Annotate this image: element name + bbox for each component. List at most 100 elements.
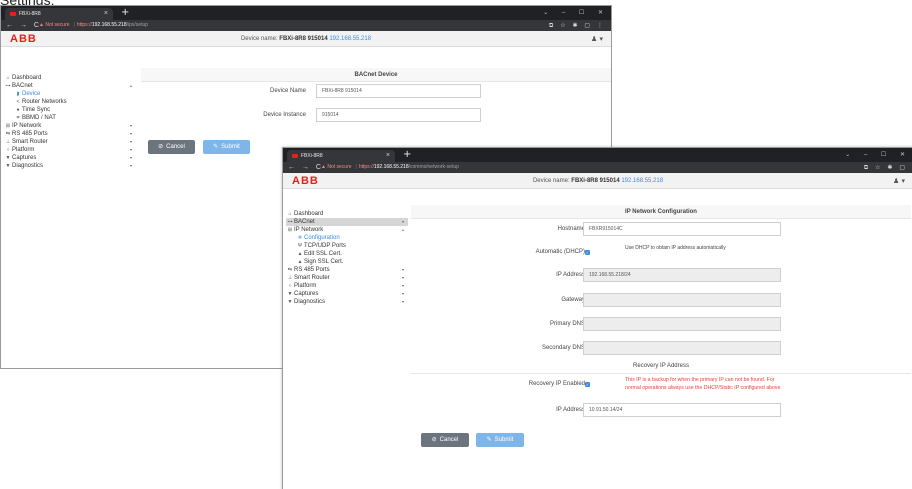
primary-dns-field[interactable] <box>583 317 781 331</box>
nav-buttons[interactable]: ← → C <box>288 162 321 173</box>
bacnet-device-panel: BACnet Device Device Name FBXi-8R8 91501… <box>141 68 611 148</box>
chevron-down-icon: ▾ <box>129 155 132 160</box>
device-name-field[interactable]: FBXi-8R8 915014 <box>316 84 481 98</box>
chevron-down-icon: ▾ <box>129 139 132 144</box>
capture-icon: ▼ <box>287 291 293 297</box>
sidebar-item-label: IP Network <box>12 123 42 129</box>
address-bar[interactable]: ▲ Not secure | https://192.168.55.218/ipx/… <box>39 21 531 30</box>
router-icon: ⊥ <box>5 139 11 145</box>
hostname-field[interactable]: FBXR915014C <box>583 222 781 236</box>
tab-close-icon[interactable]: × <box>104 8 108 20</box>
url-host: 192.168.55.218 <box>91 22 127 28</box>
diagnostics-icon: ▼ <box>287 299 293 305</box>
tab-title: FBXi-8R8 <box>301 153 323 159</box>
device-ip-link[interactable]: 192.168.55.218 <box>621 178 663 184</box>
share-icon: < <box>16 99 20 105</box>
cancel-button[interactable]: ⊘ Cancel <box>421 433 469 447</box>
diagnostics-icon: ▼ <box>5 163 11 169</box>
chevron-down-icon: ▾ <box>129 123 132 128</box>
port-icon: ⇆ <box>287 267 293 273</box>
sidebar-item-configuration[interactable]: ✲ Configuration <box>286 234 408 242</box>
device-info: Device name: FBXi-8R8 915014 192.168.55.… <box>283 173 912 189</box>
sidebar-item-label: TCP/UDP Ports <box>304 243 346 249</box>
panel-title: BACnet Device <box>141 68 611 82</box>
tab-close-icon[interactable]: × <box>386 150 390 162</box>
sidebar-item-captures[interactable]: ▼ Captures ▾ <box>4 154 136 162</box>
sidebar-item-router-networks[interactable]: < Router Networks <box>4 98 136 106</box>
sidebar-item-diagnostics[interactable]: ▼ Diagnostics ▾ <box>4 162 136 170</box>
cancel-label: Cancel <box>166 144 185 150</box>
sidebar-item-edit-ssl[interactable]: ▲ Edit SSL Cert. <box>286 250 408 258</box>
window-controls[interactable]: ⌄ – ☐ ✕ <box>845 148 905 162</box>
sidebar-item-rs485[interactable]: ⇆ RS 485 Ports ▾ <box>4 130 136 138</box>
ip-address-field[interactable]: 192.168.55.218/24 <box>583 268 781 282</box>
sidebar-item-device[interactable]: ▮ Device <box>4 90 136 98</box>
chevron-down-icon: ▾ <box>401 299 404 304</box>
sidebar-item-tcp-udp[interactable]: Ψ TCP/UDP Ports <box>286 242 408 250</box>
sidebar-item-smart-router[interactable]: ⊥ Smart Router ▾ <box>4 138 136 146</box>
user-menu[interactable]: ♟ ▾ <box>591 31 603 47</box>
gateway-field[interactable] <box>583 293 781 307</box>
device-ip-link[interactable]: 192.168.55.218 <box>329 36 371 42</box>
router-icon: ⊥ <box>287 275 293 281</box>
chevron-down-icon: ▾ <box>401 219 404 224</box>
sidebar-item-bbmd-nat[interactable]: ⌗ BBMD / NAT <box>4 114 136 122</box>
toolbar-icons[interactable]: ⧉ ☆ ✱ ▢ ⋮ <box>549 20 603 31</box>
sidebar-item-rs485[interactable]: ⇆ RS 485 Ports ▾ <box>286 266 408 274</box>
cancel-button[interactable]: ⊘ Cancel <box>148 140 195 154</box>
sidebar-item-ip-network[interactable]: ⊞ IP Network ▾ <box>4 122 136 130</box>
sidebar-item-bacnet[interactable]: ⊶ BACnet ▾ <box>286 218 408 226</box>
not-secure-label: Not secure <box>327 164 352 170</box>
cancel-label: Cancel <box>439 437 459 443</box>
sidebar-item-sign-ssl[interactable]: ▲ Sign SSL Cert. <box>286 258 408 266</box>
submit-label: Submit <box>494 437 514 443</box>
browser-toolbar: ← → C ▲ Not secure | https://192.168.55.21… <box>283 162 912 173</box>
recovery-enabled-checkbox[interactable]: ✓ <box>585 382 590 387</box>
sidebar-item-label: RS 485 Ports <box>294 267 330 273</box>
nav-buttons[interactable]: ← → C <box>6 20 39 31</box>
recovery-ip-field[interactable]: 10.91.50.14/24 <box>583 403 781 417</box>
pencil-icon: ✎ <box>486 437 492 443</box>
sidebar: ⌂ Dashboard ⊶ BACnet ▾ ⊞ IP Network ▴ ✲ Config… <box>286 210 408 306</box>
toolbar-icons[interactable]: ⧉ ☆ ✱ ▢ <box>864 162 905 173</box>
panel-title: IP Network Configuration <box>411 205 911 219</box>
user-menu[interactable]: ♟ ▾ <box>893 173 905 189</box>
chevron-down-icon: ▾ <box>401 283 404 288</box>
sidebar-item-diagnostics[interactable]: ▼ Diagnostics ▾ <box>286 298 408 306</box>
submit-button[interactable]: ✎ Submit <box>203 140 250 154</box>
submit-label: Submit <box>221 144 240 150</box>
browser-tab[interactable]: FBXi-8R8 × <box>5 8 113 20</box>
sidebar-item-dashboard[interactable]: ⌂ Dashboard <box>4 74 136 82</box>
sidebar-item-label: Edit SSL Cert. <box>304 251 342 257</box>
submit-button[interactable]: ✎ Submit <box>476 433 524 447</box>
recovery-section-title: Recovery IP Address <box>411 359 911 374</box>
dhcp-row: Automatic (DHCP) ✓ Use DHCP to obtain IP… <box>411 245 911 259</box>
tab-strip: FBXi-8R8 × + ⌄ – ☐ ✕ <box>1 6 611 20</box>
browser-tab[interactable]: FBXi-8R8 × <box>287 150 395 162</box>
hostname-label: Hostname <box>557 226 585 232</box>
secondary-dns-field[interactable] <box>583 341 781 355</box>
new-tab-button[interactable]: + <box>121 6 129 20</box>
sidebar-item-dashboard[interactable]: ⌂ Dashboard <box>286 210 408 218</box>
warning-icon: ▲ <box>321 164 326 170</box>
new-tab-button[interactable]: + <box>403 148 411 162</box>
address-bar[interactable]: ▲ Not secure | https://192.168.55.218/comm… <box>321 163 833 172</box>
window-controls[interactable]: ⌄ – ☐ ✕ <box>543 6 603 20</box>
url-scheme: https:// <box>76 22 92 28</box>
sidebar-item-label: Diagnostics <box>12 163 44 169</box>
device-name: FBXi-8R8 915014 <box>571 178 620 184</box>
tab-title: FBXi-8R8 <box>19 11 41 17</box>
device-instance-field[interactable]: 915014 <box>316 108 481 122</box>
sidebar-item-label: Router Networks <box>22 99 67 105</box>
sidebar-item-captures[interactable]: ▼ Captures ▾ <box>286 290 408 298</box>
sidebar-item-bacnet[interactable]: ⊶ BACnet ▴ <box>4 82 136 90</box>
address-separator: | <box>73 22 75 28</box>
sidebar-item-ip-network[interactable]: ⊞ IP Network ▴ <box>286 226 408 234</box>
chevron-up-icon: ▴ <box>401 227 404 232</box>
sidebar-item-time-sync[interactable]: ● Time Sync <box>4 106 136 114</box>
sidebar-item-smart-router[interactable]: ⊥ Smart Router ▾ <box>286 274 408 282</box>
sidebar-item-platform[interactable]: ○ Platform ▾ <box>4 146 136 154</box>
secondary-dns-label: Secondary DNS <box>541 345 585 351</box>
dhcp-checkbox[interactable]: ✓ <box>585 250 590 255</box>
sidebar-item-platform[interactable]: ○ Platform ▾ <box>286 282 408 290</box>
